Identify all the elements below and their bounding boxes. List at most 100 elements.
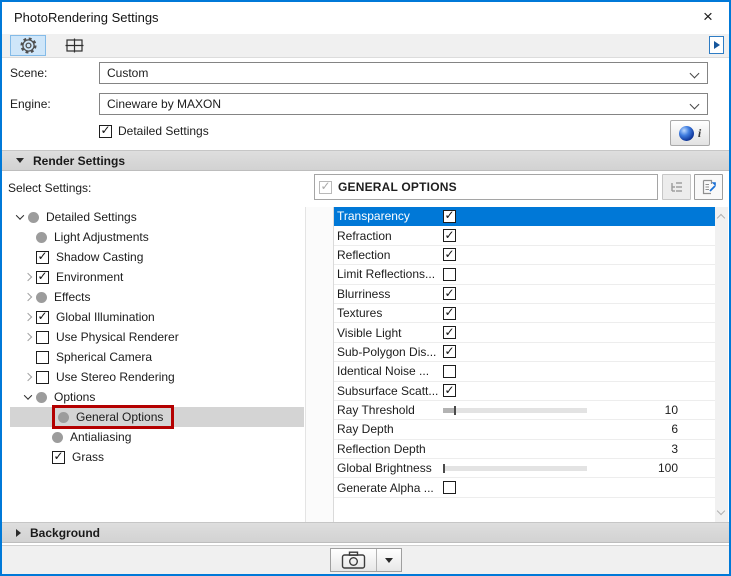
- general-options-group-header[interactable]: GENERAL OPTIONS: [314, 174, 658, 200]
- option-control: [443, 229, 603, 242]
- tree-item-light-adjustments[interactable]: Light Adjustments: [10, 227, 304, 247]
- option-row-textures[interactable]: Textures: [334, 304, 715, 323]
- engine-info-button[interactable]: i: [670, 120, 710, 146]
- tree-item-shadow-casting[interactable]: Shadow Casting: [10, 247, 304, 267]
- tree-item-checkbox[interactable]: [36, 351, 49, 364]
- slider-thumb[interactable]: [443, 464, 445, 473]
- render-button[interactable]: [331, 549, 376, 571]
- option-row-refraction[interactable]: Refraction: [334, 226, 715, 245]
- option-row-reflection[interactable]: Reflection: [334, 246, 715, 265]
- tree-item-content: Effects: [36, 287, 90, 307]
- option-row-sub-polygon-dis[interactable]: Sub-Polygon Dis...: [334, 343, 715, 362]
- option-row-subsurface-scatt[interactable]: Subsurface Scatt...: [334, 382, 715, 401]
- triangle-down-icon: [16, 158, 24, 163]
- tree-item-checkbox[interactable]: [36, 331, 49, 344]
- camera-icon: [341, 551, 366, 570]
- close-button[interactable]: ×: [691, 2, 725, 34]
- render-split-button: [330, 548, 402, 572]
- scroll-up-icon[interactable]: [717, 214, 725, 222]
- list-scrollbar[interactable]: [715, 207, 728, 522]
- chevron-down-icon[interactable]: [24, 391, 32, 399]
- option-checkbox[interactable]: [443, 384, 456, 397]
- option-control: [443, 326, 603, 339]
- open-settings-button[interactable]: [694, 174, 723, 200]
- tree-item-antialiasing[interactable]: Antialiasing: [10, 427, 304, 447]
- option-row-limit-reflections[interactable]: Limit Reflections...: [334, 265, 715, 284]
- tree-item-checkbox[interactable]: [36, 271, 49, 284]
- option-checkbox[interactable]: [443, 345, 456, 358]
- status-dot-icon: [36, 232, 47, 243]
- tree-item-grass[interactable]: Grass: [10, 447, 304, 467]
- group-header-label: GENERAL OPTIONS: [338, 180, 457, 194]
- option-checkbox[interactable]: [443, 287, 456, 300]
- cinema4d-sphere-icon: [679, 126, 694, 141]
- triangle-right-icon: [16, 529, 21, 537]
- render-options-dropdown[interactable]: [376, 549, 401, 571]
- tree-item-label: Shadow Casting: [56, 250, 143, 264]
- tree-item-use-physical-renderer[interactable]: Use Physical Renderer: [10, 327, 304, 347]
- render-settings-section-label: Render Settings: [33, 154, 125, 168]
- option-checkbox[interactable]: [443, 268, 456, 281]
- tree-item-content: Grass: [52, 447, 104, 467]
- tree-scrollbar[interactable]: [305, 207, 333, 522]
- settings-tab-button[interactable]: [10, 35, 46, 56]
- option-checkbox[interactable]: [443, 481, 456, 494]
- play-icon: [714, 41, 720, 49]
- photorendering-settings-dialog: PhotoRendering Settings × Scene: Custom: [0, 0, 731, 576]
- background-section-header[interactable]: Background: [2, 522, 729, 543]
- tree-item-label: Use Stereo Rendering: [56, 370, 175, 384]
- chevron-right-icon[interactable]: [24, 333, 32, 341]
- option-checkbox[interactable]: [443, 229, 456, 242]
- scroll-down-icon[interactable]: [717, 507, 725, 515]
- tree-item-checkbox[interactable]: [36, 371, 49, 384]
- option-checkbox[interactable]: [443, 326, 456, 339]
- expand-panel-button[interactable]: [709, 36, 724, 54]
- tree-item-general-options[interactable]: General Options: [10, 407, 304, 427]
- chevron-right-icon[interactable]: [24, 373, 32, 381]
- tree-item-options[interactable]: Options: [10, 387, 304, 407]
- tree-item-checkbox[interactable]: [36, 311, 49, 324]
- option-row-global-brightness[interactable]: Global Brightness100: [334, 459, 715, 478]
- option-row-visible-light[interactable]: Visible Light: [334, 323, 715, 342]
- option-row-ray-threshold[interactable]: Ray Threshold10: [334, 401, 715, 420]
- option-checkbox[interactable]: [443, 210, 456, 223]
- option-row-reflection-depth[interactable]: Reflection Depth3: [334, 440, 715, 459]
- engine-select[interactable]: Cineware by MAXON: [99, 93, 708, 115]
- option-label: Visible Light: [337, 326, 443, 340]
- render-settings-section-header[interactable]: Render Settings: [2, 150, 729, 171]
- detailed-settings-checkbox[interactable]: [99, 125, 112, 138]
- chevron-right-icon[interactable]: [24, 313, 32, 321]
- option-row-identical-noise[interactable]: Identical Noise ...: [334, 362, 715, 381]
- option-row-ray-depth[interactable]: Ray Depth6: [334, 420, 715, 439]
- option-checkbox[interactable]: [443, 365, 456, 378]
- option-row-transparency[interactable]: Transparency: [334, 207, 715, 226]
- option-checkbox[interactable]: [443, 307, 456, 320]
- tree-item-spherical-camera[interactable]: Spherical Camera: [10, 347, 304, 367]
- option-row-generate-alpha[interactable]: Generate Alpha ...: [334, 478, 715, 497]
- option-slider[interactable]: [443, 466, 587, 471]
- option-label: Refraction: [337, 229, 443, 243]
- chevron-down-icon[interactable]: [16, 211, 24, 219]
- chevron-right-icon[interactable]: [24, 273, 32, 281]
- chevron-right-icon[interactable]: [24, 293, 32, 301]
- tree-item-checkbox[interactable]: [52, 451, 65, 464]
- layout-tab-button[interactable]: [56, 35, 92, 56]
- tree-item-checkbox[interactable]: [36, 251, 49, 264]
- option-control: [443, 481, 603, 494]
- tree-item-effects[interactable]: Effects: [10, 287, 304, 307]
- tree-item-environment[interactable]: Environment: [10, 267, 304, 287]
- option-slider[interactable]: [443, 408, 587, 413]
- tree-item-detailed-settings[interactable]: Detailed Settings: [10, 207, 304, 227]
- scene-select[interactable]: Custom: [99, 62, 708, 84]
- option-label: Sub-Polygon Dis...: [337, 345, 443, 359]
- tree-item-use-stereo-rendering[interactable]: Use Stereo Rendering: [10, 367, 304, 387]
- tree-item-label: Spherical Camera: [56, 350, 152, 364]
- slider-thumb[interactable]: [454, 406, 456, 415]
- annotation-highlight-box: General Options: [52, 405, 174, 429]
- tree-view-button[interactable]: [662, 174, 691, 200]
- option-row-blurriness[interactable]: Blurriness: [334, 285, 715, 304]
- general-options-rows: Transparency Refraction ReflectionLimit Re…: [334, 207, 715, 498]
- scene-label: Scene:: [10, 62, 90, 84]
- tree-item-global-illumination[interactable]: Global Illumination: [10, 307, 304, 327]
- option-checkbox[interactable]: [443, 248, 456, 261]
